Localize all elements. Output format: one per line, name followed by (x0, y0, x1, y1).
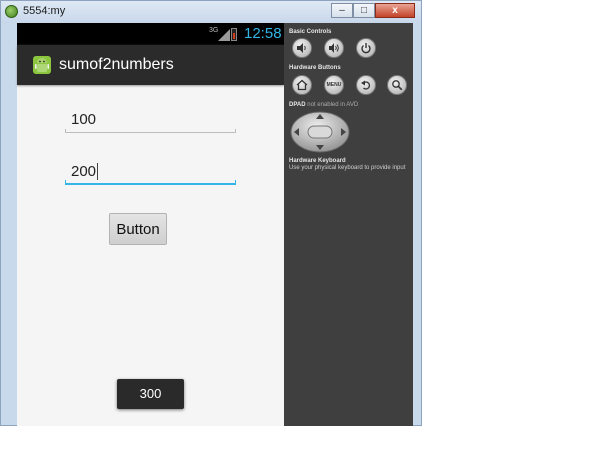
first-number-underline (65, 129, 236, 133)
action-bar: sumof2numbers (17, 45, 284, 85)
first-number-field-wrap (65, 107, 236, 133)
close-button[interactable]: x (375, 3, 415, 18)
keyboard-hint: Use your physical keyboard to provide in… (289, 165, 406, 171)
second-number-input[interactable] (65, 159, 236, 183)
search-button[interactable] (387, 75, 407, 95)
device-screen: 3G 12:58 sumof2numbers 100 200 Button 30… (17, 23, 284, 426)
home-icon (296, 79, 308, 91)
volume-up-icon (329, 43, 339, 53)
window-controls: – □ x (331, 3, 415, 18)
dpad-label-text: DPAD (289, 102, 306, 108)
second-number-field-wrap (65, 159, 236, 185)
status-bar: 3G 12:58 (17, 23, 284, 45)
first-number-input[interactable] (65, 107, 236, 131)
emulator-controls-panel: Basic Controls Hardware Buttons MENU DPA… (284, 23, 413, 426)
app-title: sumof2numbers (59, 56, 174, 73)
home-button[interactable] (292, 75, 312, 95)
network-type: 3G (209, 27, 219, 34)
result-toast: 300 (117, 379, 184, 409)
emulator-app-icon (5, 5, 18, 18)
volume-down-icon (297, 43, 306, 53)
sum-button[interactable]: Button (109, 213, 167, 245)
second-number-underline (65, 180, 236, 185)
status-clock: 12:58 (244, 25, 282, 42)
text-cursor (97, 163, 98, 180)
dpad-control[interactable] (290, 111, 350, 153)
menu-icon: MENU (326, 82, 342, 88)
window-titlebar[interactable]: 5554:my – □ x (1, 1, 421, 23)
volume-down-button[interactable] (292, 38, 312, 58)
back-icon (361, 80, 371, 90)
signal-icon (218, 29, 230, 41)
window-title: 5554:my (23, 5, 66, 17)
dpad-label: DPAD not enabled in AVD (289, 102, 358, 108)
battery-icon (231, 28, 237, 41)
emulator-window: 5554:my – □ x 3G 12:58 sumof2numbers 100… (0, 0, 422, 426)
maximize-button[interactable]: □ (353, 3, 375, 18)
menu-button[interactable]: MENU (324, 75, 344, 95)
power-button[interactable] (356, 38, 376, 58)
search-icon (392, 80, 403, 91)
dpad-note: not enabled in AVD (307, 102, 359, 108)
hardware-keyboard-label: Hardware Keyboard (289, 158, 346, 164)
android-robot-icon (33, 56, 51, 74)
volume-up-button[interactable] (324, 38, 344, 58)
basic-controls-label: Basic Controls (289, 29, 332, 35)
hardware-buttons-label: Hardware Buttons (289, 65, 341, 71)
back-button[interactable] (356, 75, 376, 95)
minimize-button[interactable]: – (331, 3, 353, 18)
power-icon (361, 43, 371, 54)
